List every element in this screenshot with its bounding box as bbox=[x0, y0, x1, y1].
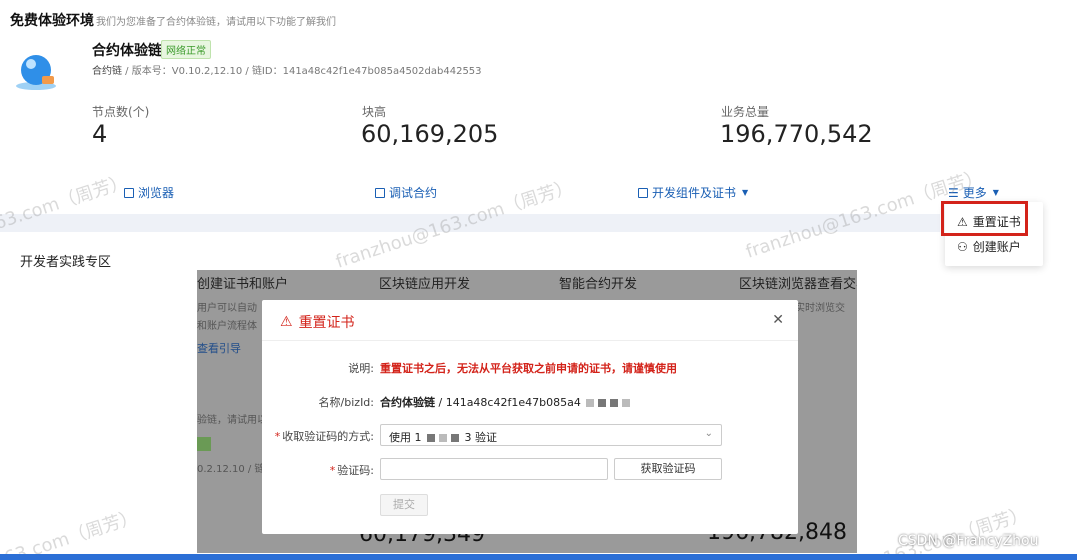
chevron-down-icon: ⌄ bbox=[704, 428, 713, 439]
page: 免费体验环境 我们为您准备了合约体验链，请试用以下功能了解我们 合约体验链 网络… bbox=[0, 0, 1077, 560]
nav-browser-label: 浏览器 bbox=[138, 186, 175, 200]
required-mark: * bbox=[329, 464, 336, 477]
card-title-1: 创建证书和账户 bbox=[197, 277, 289, 292]
stat-nodes-label: 节点数(个) bbox=[92, 105, 150, 119]
nav-browser[interactable]: 浏览器 bbox=[124, 184, 174, 201]
nav-dev-label: 开发组件及证书 bbox=[652, 186, 737, 200]
stat-total-label: 业务总量 bbox=[721, 105, 770, 119]
menu-item-create-account[interactable]: ⚇ 创建账户 bbox=[957, 238, 1021, 255]
desc-warning: 重置证书之后，无法从平台获取之前申请的证书，请谨慎使用 bbox=[380, 362, 677, 375]
caret-down-icon: ▼ bbox=[742, 188, 749, 197]
version-value: V0.10.2,12.10 bbox=[171, 66, 243, 77]
component-icon bbox=[638, 187, 648, 198]
page-title: 免费体验环境 bbox=[10, 13, 94, 29]
user-icon: ⚇ bbox=[957, 239, 968, 254]
status-badge bbox=[197, 437, 211, 451]
code-icon bbox=[375, 187, 385, 198]
stat-total-value: 196,770,542 bbox=[720, 120, 873, 148]
chain-id-label: 链ID： bbox=[251, 66, 283, 77]
card-text-3: 实时浏览交 bbox=[795, 303, 845, 314]
verify-method-select[interactable]: 使用 1 3 验证 ⌄ bbox=[380, 424, 722, 446]
card-text-2: 和账户流程体 bbox=[197, 321, 257, 332]
modal-divider bbox=[262, 340, 798, 341]
method-suffix: 3 验证 bbox=[464, 431, 498, 444]
method-label-text: 收取验证码的方式: bbox=[282, 430, 374, 443]
method-label: * 收取验证码的方式: bbox=[262, 428, 374, 444]
name-label: 名称/bizId: bbox=[318, 396, 374, 409]
reset-cert-modal: ⚠ 重置证书 ✕ 说明: 重置证书之后，无法从平台获取之前申请的证书，请谨慎使用… bbox=[262, 300, 798, 534]
submit-button[interactable]: 提交 bbox=[380, 494, 428, 516]
watermark: 163.com（周芳） bbox=[0, 506, 141, 560]
masked-text bbox=[598, 399, 607, 407]
chain-meta: 合约链 / 版本号：V0.10.2,12.10 / 链ID：141a48c42f… bbox=[92, 66, 482, 77]
status-badge: 网络正常 bbox=[161, 40, 211, 59]
stat-nodes-value: 4 bbox=[92, 120, 108, 148]
menu-item-create-account-label: 创建账户 bbox=[972, 240, 1021, 254]
stat-height-value: 60,169,205 bbox=[361, 120, 499, 148]
chain-name: 合约体验链 bbox=[92, 43, 162, 59]
masked-text bbox=[439, 434, 447, 442]
modal-title-text: 重置证书 bbox=[298, 315, 355, 331]
get-code-button[interactable]: 获取验证码 bbox=[614, 458, 722, 480]
version-label: 版本号： bbox=[131, 66, 172, 77]
masked-text bbox=[622, 399, 631, 407]
section-title: 开发者实践专区 bbox=[20, 255, 112, 270]
watermark: 163.com（周芳） bbox=[880, 503, 1031, 560]
warning-icon: ⚠ bbox=[280, 314, 293, 330]
verification-code-input[interactable] bbox=[380, 458, 608, 480]
card-title-3: 智能合约开发 bbox=[559, 277, 638, 292]
name-bold: 合约体验链 bbox=[380, 396, 435, 409]
name-rest: / 141a48c42f1e47b085a4 bbox=[435, 396, 581, 409]
nav-debug-contract[interactable]: 调试合约 bbox=[375, 184, 437, 201]
chain-id-value: 141a48c42f1e47b085a4502dab442553 bbox=[282, 66, 482, 77]
stat-height-label: 块高 bbox=[362, 105, 387, 119]
method-prefix: 使用 1 bbox=[389, 431, 422, 444]
chain-type: 合约链 bbox=[92, 66, 122, 77]
credit-text: CSDN @FrancyZhou bbox=[898, 533, 1039, 549]
close-icon[interactable]: ✕ bbox=[772, 312, 784, 328]
masked-text bbox=[427, 434, 435, 442]
modal-title: ⚠ 重置证书 bbox=[280, 312, 355, 332]
card-text-1: 用户可以自动 bbox=[197, 303, 257, 314]
highlight-box bbox=[941, 201, 1028, 236]
code-label-text: 验证码: bbox=[337, 464, 374, 477]
masked-text bbox=[586, 399, 595, 407]
page-subtitle: 我们为您准备了合约体验链，请试用以下功能了解我们 bbox=[96, 17, 336, 28]
bottom-bar bbox=[0, 554, 1077, 560]
card-link: 查看引导 bbox=[197, 342, 241, 355]
caret-down-icon: ▼ bbox=[992, 188, 999, 197]
nav-dev-components[interactable]: 开发组件及证书 ▼ bbox=[638, 184, 748, 201]
card-title-2: 区块链应用开发 bbox=[379, 277, 471, 292]
card-title-4: 区块链浏览器查看交易 bbox=[739, 277, 857, 292]
nav-debug-label: 调试合约 bbox=[389, 186, 438, 200]
masked-text bbox=[610, 399, 619, 407]
required-mark: * bbox=[274, 430, 281, 443]
code-label: * 验证码: bbox=[262, 462, 374, 478]
desc-label: 说明: bbox=[348, 362, 374, 375]
chain-logo-icon bbox=[16, 55, 56, 90]
masked-text bbox=[451, 434, 459, 442]
name-value: 合约体验链 / 141a48c42f1e47b085a4 bbox=[380, 394, 632, 410]
